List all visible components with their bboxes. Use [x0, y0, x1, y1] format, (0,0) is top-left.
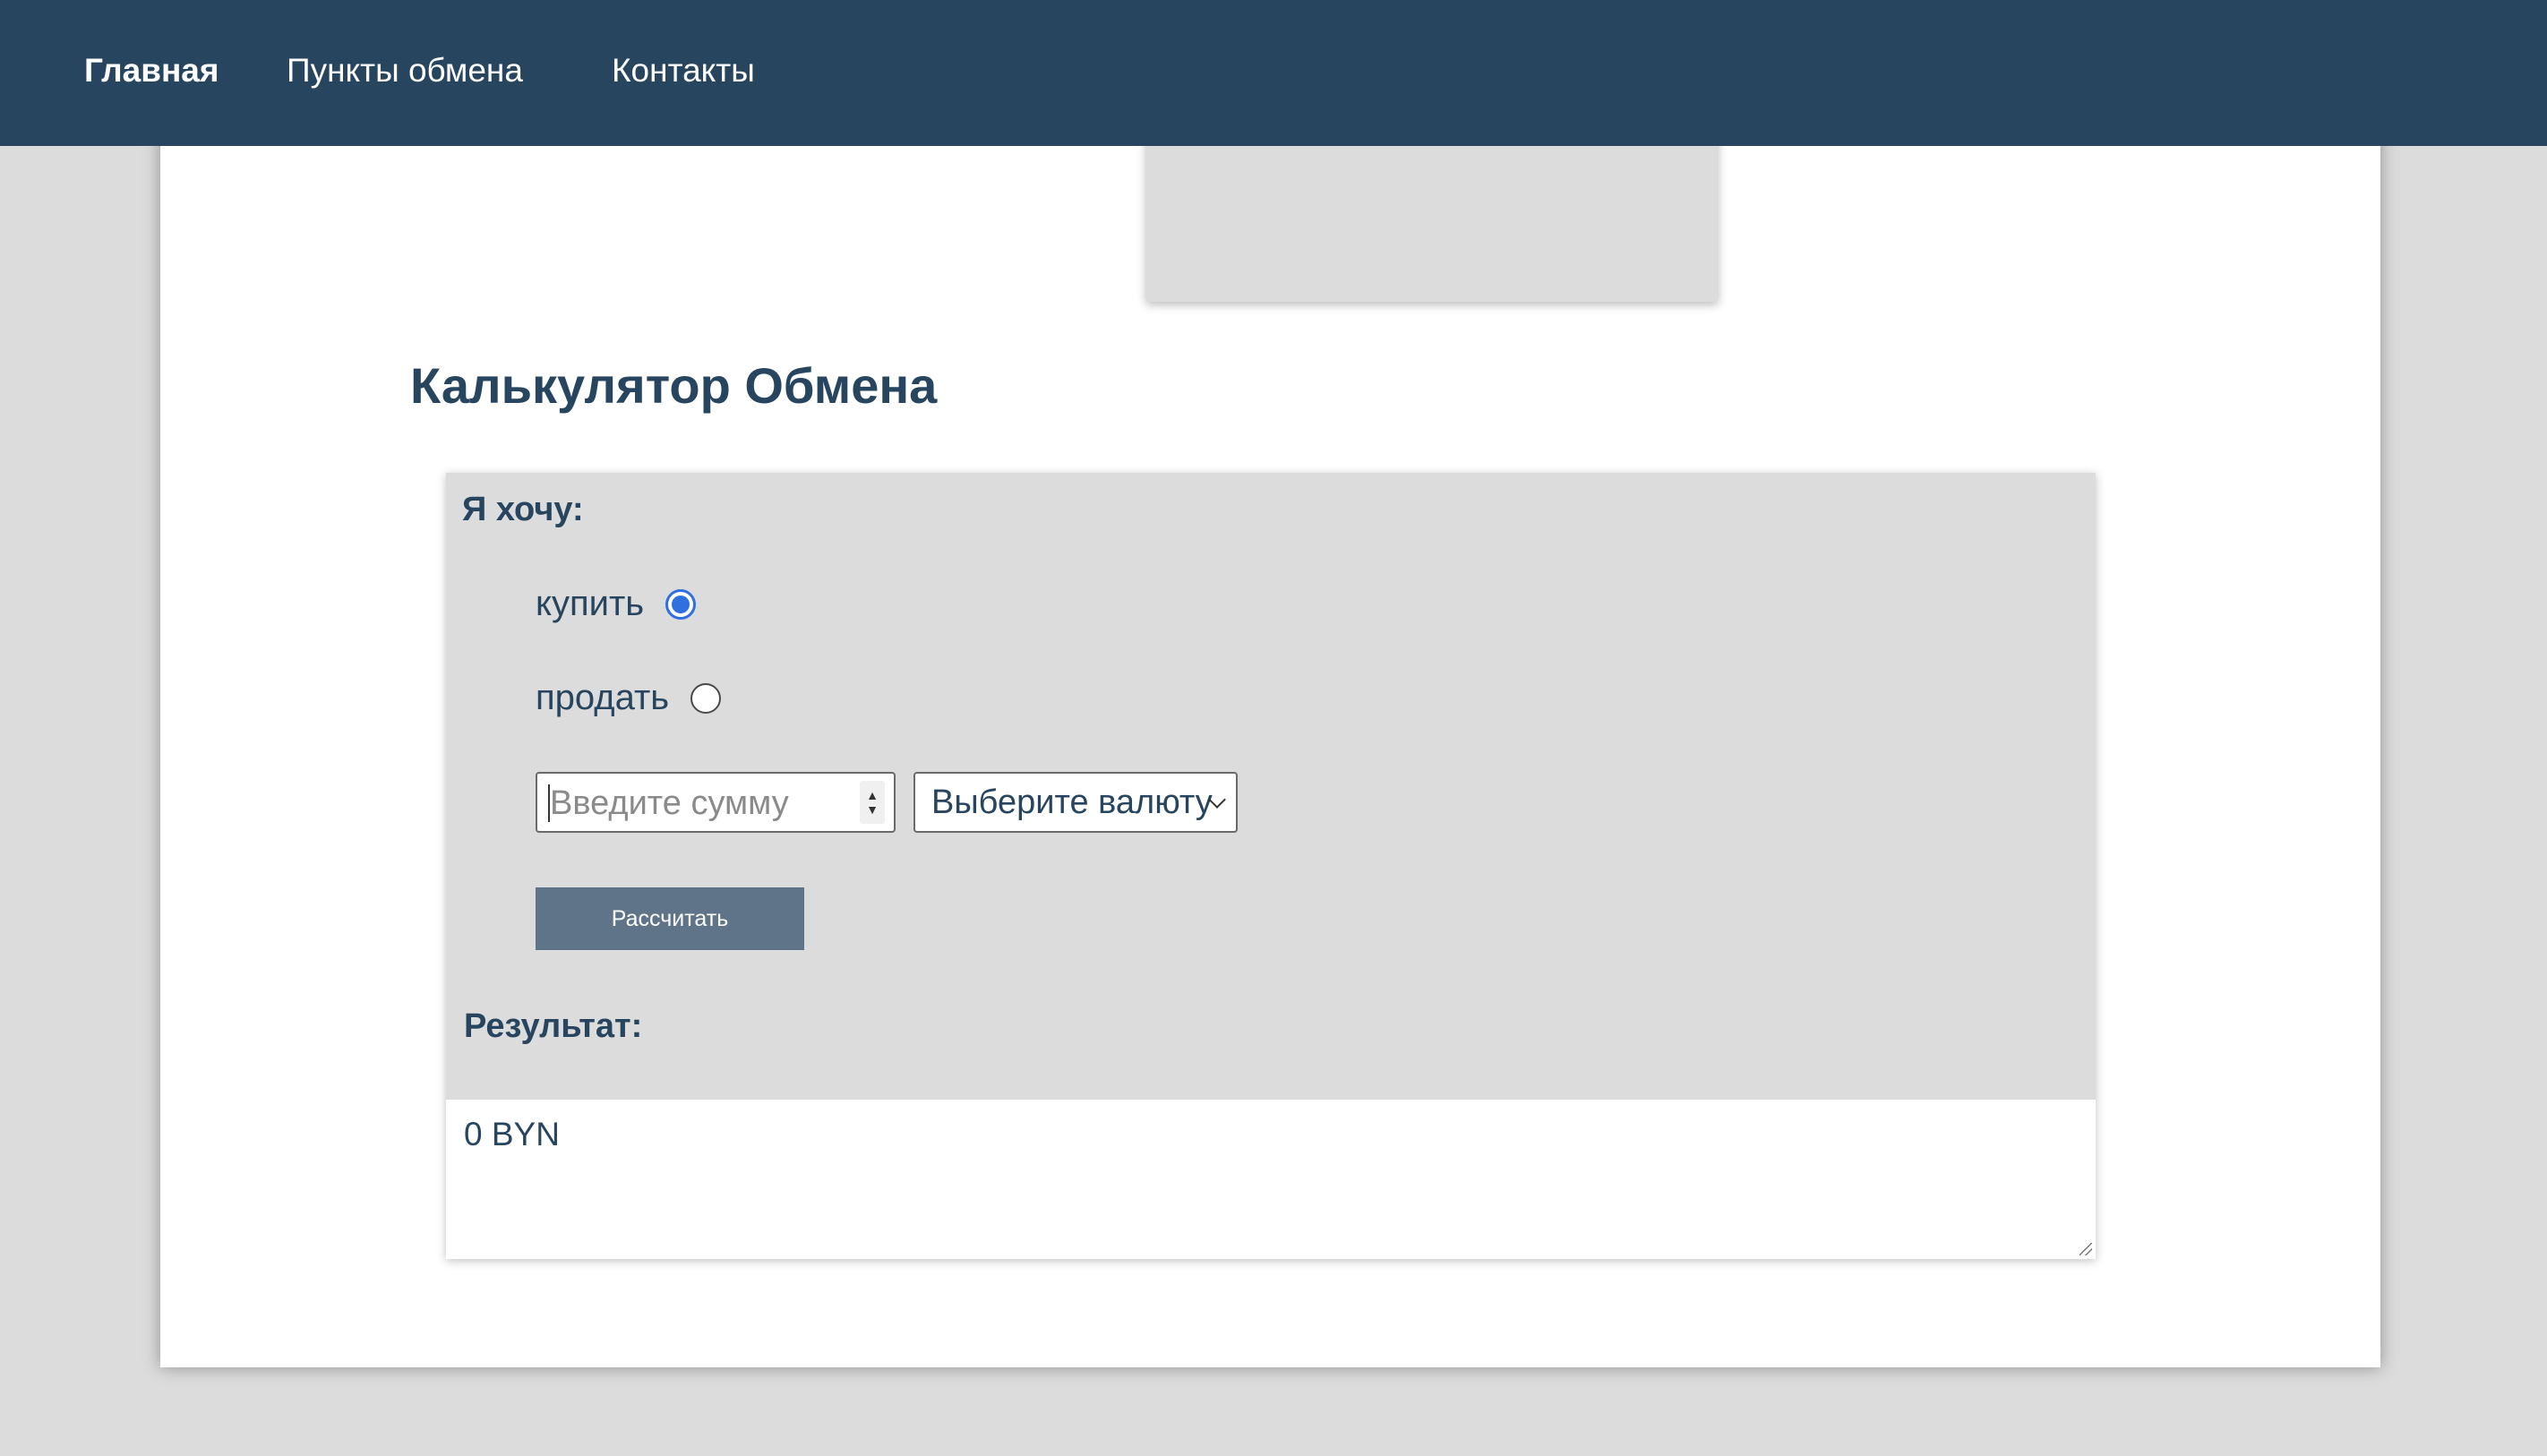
result-label: Результат: [464, 1007, 643, 1045]
result-value: 0 BYN [464, 1116, 560, 1152]
amount-field[interactable]: ▲ ▼ [536, 772, 896, 833]
want-label: Я хочу: [462, 491, 584, 528]
option-sell-label: продать [536, 678, 670, 717]
option-sell[interactable]: продать [536, 678, 722, 718]
currency-select[interactable]: Выберите валюту [913, 772, 1238, 833]
amount-input[interactable] [548, 781, 847, 826]
calculate-button[interactable]: Рассчитать [536, 887, 804, 950]
nav-link-exchange-points[interactable]: Пункты обмена [287, 50, 523, 91]
radio-checked-dot [672, 595, 690, 613]
exchange-calculator-form: Я хочу: купить продать ▲ ▼ Выберите валю… [446, 473, 2096, 1259]
number-stepper[interactable]: ▲ ▼ [860, 781, 885, 824]
radio-sell[interactable] [690, 682, 722, 714]
nav-link-contacts[interactable]: Контакты [612, 50, 755, 91]
nav-link-home[interactable]: Главная [84, 50, 219, 91]
currency-select-value: Выберите валюту [931, 783, 1213, 821]
stepper-up-icon[interactable]: ▲ [866, 788, 879, 802]
page-title: Калькулятор Обмена [410, 357, 938, 414]
resize-handle-icon[interactable] [2080, 1243, 2092, 1255]
text-caret [548, 784, 550, 822]
top-navbar: Главная Пункты обмена Контакты [0, 0, 2547, 146]
stepper-down-icon[interactable]: ▼ [866, 802, 879, 817]
option-buy[interactable]: купить [536, 584, 697, 624]
option-buy-label: купить [536, 584, 645, 623]
result-output[interactable]: 0 BYN [446, 1100, 2096, 1259]
radio-buy[interactable] [665, 588, 697, 620]
